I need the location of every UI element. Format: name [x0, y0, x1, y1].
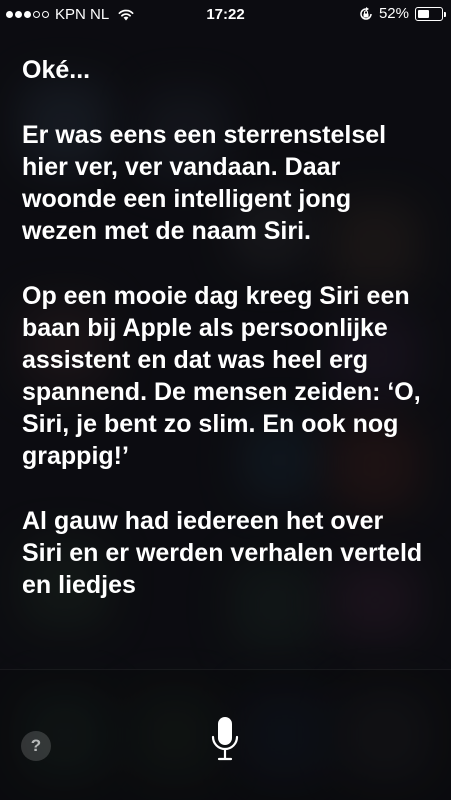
siri-transcript[interactable]: Oké... Er was eens een sterrenstelsel hi…	[22, 54, 429, 670]
siri-acknowledgement: Oké...	[22, 56, 91, 84]
siri-story-paragraph: Er was eens een sterrenstelsel hier ver,…	[22, 121, 387, 245]
status-right: 52%	[359, 5, 446, 22]
battery-level	[418, 9, 429, 18]
microphone-icon[interactable]	[211, 716, 239, 764]
rotation-lock-icon	[360, 6, 372, 20]
siri-story-paragraph: Al gauw had iedereen het over Siri en er…	[22, 507, 423, 599]
status-bar: KPN NL 17:22 52%	[0, 0, 451, 30]
siri-bottom-controls: ?	[0, 669, 451, 800]
help-button[interactable]: ?	[21, 731, 51, 761]
battery-percentage: 52%	[378, 5, 409, 22]
siri-story-paragraph: Op een mooie dag kreeg Siri een baan bij…	[22, 282, 421, 470]
battery-icon	[415, 6, 446, 21]
